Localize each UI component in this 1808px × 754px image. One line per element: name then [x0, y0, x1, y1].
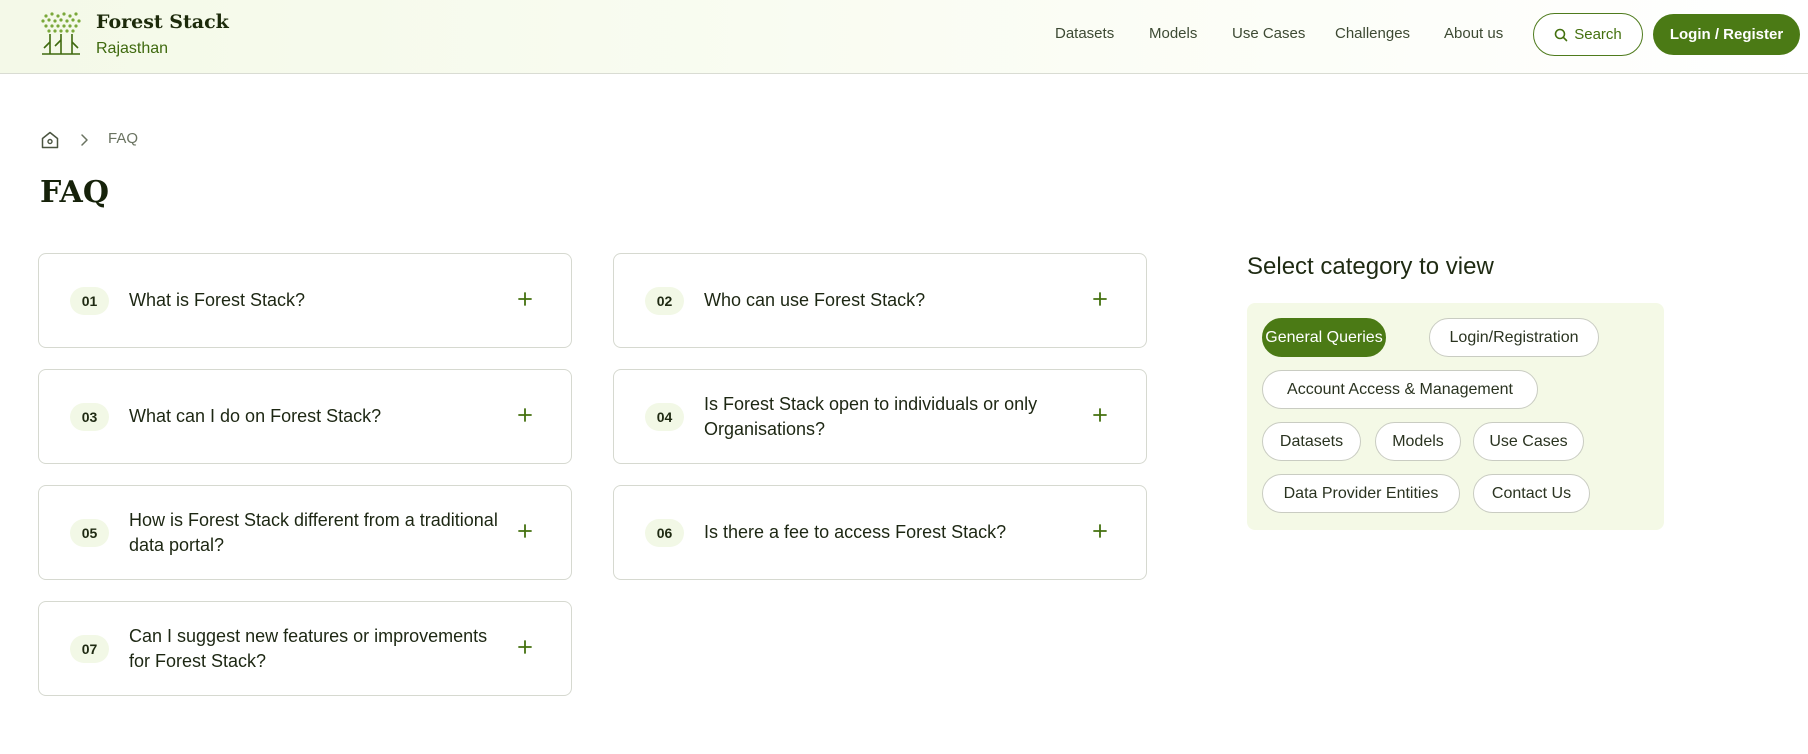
nav-about-us[interactable]: About us [1444, 25, 1503, 42]
login-register-button[interactable]: Login / Register [1653, 14, 1800, 55]
faq-question: Is Forest Stack open to individuals or o… [704, 393, 1038, 439]
faq-number: 01 [70, 287, 109, 315]
plus-icon[interactable] [1092, 407, 1108, 423]
faq-number: 07 [70, 635, 109, 663]
faq-question: How is Forest Stack different from a tra… [129, 509, 498, 555]
nav-challenges[interactable]: Challenges [1335, 25, 1410, 42]
category-chip-use-cases[interactable]: Use Cases [1473, 422, 1584, 461]
category-chip-general-queries[interactable]: General Queries [1262, 318, 1386, 357]
home-icon[interactable] [40, 130, 60, 150]
faq-number: 06 [645, 519, 684, 547]
faq-item-02[interactable]: 02 Who can use Forest Stack? [613, 253, 1147, 348]
category-chip-datasets[interactable]: Datasets [1262, 422, 1361, 461]
page-title: FAQ [40, 175, 109, 210]
nav-models[interactable]: Models [1149, 25, 1197, 42]
faq-question: Is there a fee to access Forest Stack? [704, 522, 1007, 542]
faq-number: 04 [645, 403, 684, 431]
plus-icon[interactable] [1092, 523, 1108, 539]
category-chip-contact-us[interactable]: Contact Us [1473, 474, 1590, 513]
category-panel: General Queries Login/Registration Accou… [1247, 303, 1664, 530]
faq-number: 05 [70, 519, 109, 547]
faq-question: Who can use Forest Stack? [704, 290, 926, 310]
plus-icon[interactable] [1092, 291, 1108, 307]
search-icon [1554, 28, 1568, 41]
category-chip-account-access[interactable]: Account Access & Management [1262, 370, 1538, 409]
category-chip-models[interactable]: Models [1375, 422, 1461, 461]
faq-number: 03 [70, 403, 109, 431]
faq-question: Can I suggest new features or improvemen… [129, 625, 488, 671]
nav-datasets[interactable]: Datasets [1055, 25, 1114, 42]
plus-icon[interactable] [517, 407, 533, 423]
category-chip-data-provider-entities[interactable]: Data Provider Entities [1262, 474, 1460, 513]
faq-item-03[interactable]: 03 What can I do on Forest Stack? [38, 369, 572, 464]
faq-item-06[interactable]: 06 Is there a fee to access Forest Stack… [613, 485, 1147, 580]
brand-name[interactable]: Forest Stack [96, 11, 229, 33]
forest-logo-icon[interactable] [38, 10, 84, 58]
plus-icon[interactable] [517, 523, 533, 539]
faq-item-07[interactable]: 07 Can I suggest new features or improve… [38, 601, 572, 696]
chevron-right-icon [81, 134, 88, 146]
category-chip-login-registration[interactable]: Login/Registration [1429, 318, 1599, 357]
plus-icon[interactable] [517, 639, 533, 655]
search-button-label: Search [1574, 26, 1622, 43]
nav-use-cases[interactable]: Use Cases [1232, 25, 1305, 42]
faq-number: 02 [645, 287, 684, 315]
site-header: Forest Stack Rajasthan Datasets Models U… [0, 0, 1808, 74]
faq-question: What can I do on Forest Stack? [129, 406, 382, 426]
faq-item-05[interactable]: 05 How is Forest Stack different from a … [38, 485, 572, 580]
breadcrumb-current: FAQ [108, 130, 139, 147]
brand-subtitle: Rajasthan [96, 40, 169, 57]
plus-icon[interactable] [517, 291, 533, 307]
faq-question: What is Forest Stack? [129, 290, 306, 310]
faq-item-04[interactable]: 04 Is Forest Stack open to individuals o… [613, 369, 1147, 464]
search-button[interactable]: Search [1533, 13, 1643, 56]
faq-item-01[interactable]: 01 What is Forest Stack? [38, 253, 572, 348]
category-title: Select category to view [1247, 253, 1494, 280]
